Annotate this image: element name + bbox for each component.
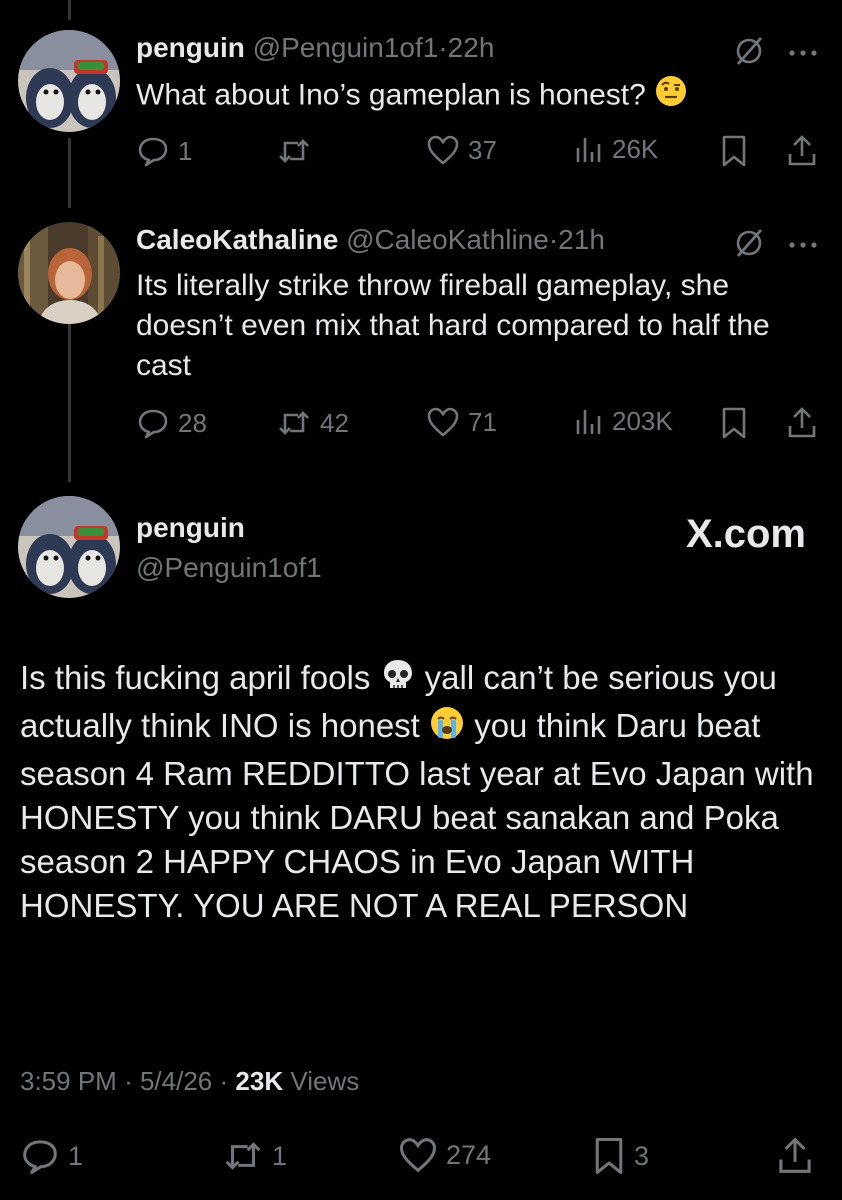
heart-icon [427, 407, 459, 437]
views-button[interactable]: 26K [574, 134, 658, 165]
bookmark-icon [595, 1138, 623, 1174]
tweet-meta: 3:59 PM · 5/4/26 · 23K Views [20, 1066, 359, 1097]
tweet-text-content: What about Ino’s gameplan is honest? [136, 78, 646, 112]
skull-emoji-icon [380, 657, 416, 704]
bookmark-icon [722, 407, 746, 439]
views-count: 23K [235, 1066, 284, 1096]
meta-separator: · [124, 1066, 133, 1096]
separator-dot: · [548, 224, 559, 255]
bookmark-button[interactable] [720, 134, 748, 168]
tweet-actions: 28 42 71 203K [136, 406, 822, 446]
views-button[interactable]: 203K [574, 406, 673, 437]
author-name[interactable]: CaleoKathaline [136, 224, 338, 255]
repost-button[interactable]: 42 [276, 406, 349, 440]
author-handle[interactable]: @Penguin1of1 [253, 32, 439, 63]
tweet-text: Its literally strike throw fireball game… [136, 269, 770, 382]
grok-icon[interactable] [732, 34, 766, 73]
share-button[interactable] [786, 406, 818, 440]
like-count: 274 [446, 1139, 492, 1170]
separator-dot: · [438, 32, 448, 63]
timestamp[interactable]: 22h [448, 32, 495, 63]
main-text-part1: Is this fucking april fools [20, 659, 371, 696]
tweet-top-icons [732, 226, 818, 265]
like-button[interactable]: 37 [426, 134, 497, 166]
repost-count: 1 [272, 1140, 288, 1171]
xcom-watermark: X.com [685, 512, 806, 556]
views-count: 26K [612, 134, 659, 164]
thread-line-top [68, 0, 71, 20]
share-button[interactable] [776, 1136, 814, 1176]
main-avatar[interactable] [18, 496, 120, 598]
avatar[interactable] [18, 30, 120, 132]
post-time[interactable]: 3:59 PM [20, 1066, 117, 1096]
reply-count: 1 [178, 135, 193, 166]
reply-tweet-1[interactable]: penguin @Penguin1of1·22h What about Ino’… [0, 30, 842, 170]
reply-icon [138, 409, 168, 439]
repost-button[interactable] [276, 134, 320, 168]
bookmark-button[interactable] [720, 406, 748, 440]
avatar[interactable] [18, 222, 120, 324]
like-count: 37 [468, 134, 497, 165]
timestamp[interactable]: 21h [558, 224, 605, 255]
heart-icon [427, 135, 459, 165]
views-label: Views [290, 1066, 360, 1096]
share-button[interactable] [786, 134, 818, 168]
tweet-top-icons [732, 34, 818, 73]
grok-icon[interactable] [732, 226, 766, 265]
reply-icon [138, 137, 168, 167]
more-options-icon[interactable] [788, 45, 818, 63]
tweet-header: CaleoKathaline @CaleoKathline·21h [136, 224, 605, 256]
views-icon [576, 409, 601, 434]
reply-count: 28 [178, 407, 207, 438]
tweet-actions: 1 37 26K [136, 134, 822, 174]
like-button[interactable]: 71 [426, 406, 497, 438]
tweet-text: What about Ino’s gameplan is honest? [136, 74, 816, 119]
reply-tweet-2[interactable]: CaleoKathaline @CaleoKathline·21h Its li… [0, 222, 842, 442]
reply-button[interactable]: 28 [136, 406, 207, 440]
reply-button[interactable]: 1 [20, 1136, 83, 1176]
views-icon [576, 137, 601, 162]
share-icon [779, 1137, 811, 1173]
heart-icon [399, 1138, 437, 1173]
repost-button[interactable]: 1 [222, 1136, 287, 1176]
main-author-name[interactable]: penguin [136, 512, 245, 544]
like-count: 71 [468, 406, 497, 437]
bookmark-button[interactable]: 3 [592, 1136, 649, 1176]
like-button[interactable]: 274 [398, 1136, 491, 1174]
bookmark-count: 3 [634, 1140, 650, 1171]
crying-face-emoji-icon [429, 705, 465, 752]
raised-eyebrow-emoji-icon [654, 74, 688, 119]
reply-count: 1 [68, 1140, 84, 1171]
views-count: 203K [612, 406, 673, 436]
more-options-icon[interactable] [788, 237, 818, 255]
bookmark-icon [722, 135, 746, 167]
repost-icon [225, 1142, 261, 1170]
main-author-handle[interactable]: @Penguin1of1 [136, 552, 322, 584]
meta-separator: · [219, 1066, 229, 1096]
share-icon [788, 135, 816, 166]
author-name[interactable]: penguin [136, 32, 245, 63]
share-icon [788, 407, 816, 438]
reply-icon [23, 1140, 57, 1174]
repost-icon [279, 139, 309, 163]
main-tweet-actions: 1 1 274 3 [0, 1136, 842, 1176]
author-handle[interactable]: @CaleoKathline [346, 224, 549, 255]
repost-icon [279, 411, 309, 435]
reply-button[interactable]: 1 [136, 134, 192, 168]
tweet-header: penguin @Penguin1of1·22h [136, 32, 494, 64]
repost-count: 42 [320, 407, 349, 438]
main-tweet-text: Is this fucking april fools yall can’t b… [20, 656, 830, 928]
post-date[interactable]: 5/4/26 [140, 1066, 212, 1096]
